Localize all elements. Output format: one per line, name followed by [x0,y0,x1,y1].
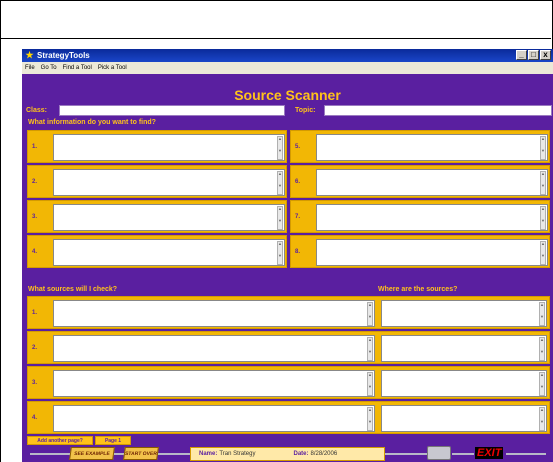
sources-question-label: What sources will I check? [28,286,118,293]
title-bar: ★ StrategyTools _ □ x [22,49,553,62]
source-item-number: 4. [32,414,38,421]
app-window: ★ StrategyTools _ □ x File Go To Find a … [22,49,553,462]
menu-find-a-tool[interactable]: Find a Tool [63,65,92,71]
where-textarea-3[interactable]: ▲ ▼ [381,370,547,397]
bottom-bar: SEE EXAMPLE START OVER Name: Tran Strate… [22,446,553,462]
info-textarea-5[interactable]: ▲ ▼ [316,134,548,161]
class-field[interactable] [59,105,285,116]
info-textarea-1[interactable]: ▲ ▼ [53,134,285,161]
source-item-number: 1. [32,309,38,316]
where-textarea-2[interactable]: ▲ ▼ [381,335,547,362]
page-1-tab[interactable]: Page 1 [95,436,131,445]
source-row-2: 2. ▲ ▼ ▲ ▼ [27,331,550,364]
textarea-scrollbar[interactable]: ▲ ▼ [367,372,373,396]
name-date-box: Name: Tran Strategy Date: 8/28/2006 [190,447,385,461]
start-over-button[interactable]: START OVER [123,447,159,460]
info-textarea-8[interactable]: ▲ ▼ [316,239,548,266]
textarea-scrollbar[interactable]: ▲ ▼ [277,206,283,230]
info-item-number: 2. [32,178,38,185]
textarea-scrollbar[interactable]: ▲ ▼ [277,241,283,265]
maximize-button[interactable]: □ [528,50,539,60]
source-item-number: 2. [32,344,38,351]
textarea-scrollbar[interactable]: ▲ ▼ [277,136,283,160]
textarea-scrollbar[interactable]: ▲ ▼ [367,407,373,431]
bar-line [158,453,190,455]
app-icon: ★ [25,50,34,60]
textarea-scrollbar[interactable]: ▲ ▼ [539,372,545,396]
textarea-scrollbar[interactable]: ▲ ▼ [539,407,545,431]
where-textarea-4[interactable]: ▲ ▼ [381,405,547,432]
source-textarea-3[interactable]: ▲ ▼ [53,370,375,397]
info-item-2: 2. ▲ ▼ [27,165,287,198]
source-row-3: 3. ▲ ▼ ▲ ▼ [27,366,550,399]
name-label: Name: [199,451,218,457]
source-textarea-4[interactable]: ▲ ▼ [53,405,375,432]
app-area: Source Scanner Class: Topic: What inform… [22,74,553,462]
page-title: Source Scanner [234,87,341,103]
source-textarea-2[interactable]: ▲ ▼ [53,335,375,362]
info-item-number: 6. [295,178,301,185]
source-item-number: 3. [32,379,38,386]
where-question-label: Where are the sources? [378,286,458,293]
textarea-scrollbar[interactable]: ▲ ▼ [540,241,546,265]
textarea-scrollbar[interactable]: ▲ ▼ [367,302,373,326]
info-item-number: 8. [295,248,301,255]
top-blank-strip [1,1,551,39]
class-label: Class: [26,107,48,114]
textarea-scrollbar[interactable]: ▲ ▼ [540,136,546,160]
add-page-tab[interactable]: Add another page? [27,436,93,445]
info-item-6: 6. ▲ ▼ [290,165,550,198]
info-item-1: 1. ▲ ▼ [27,130,287,163]
name-value: Tran Strategy [219,451,256,457]
menu-pick-a-tool[interactable]: Pick a Tool [98,65,127,71]
textarea-scrollbar[interactable]: ▲ ▼ [277,171,283,195]
info-item-number: 1. [32,143,38,150]
minimize-button[interactable]: _ [516,50,527,60]
close-button[interactable]: x [540,50,551,60]
window-title: StrategyTools [37,51,90,60]
topic-label: Topic: [295,107,316,114]
info-item-number: 5. [295,143,301,150]
bar-line [30,453,70,455]
date-label: Date: [293,451,309,457]
info-item-number: 3. [32,213,38,220]
info-question-label: What information do you want to find? [28,119,156,126]
menu-file[interactable]: File [25,65,35,71]
textarea-scrollbar[interactable]: ▲ ▼ [540,206,546,230]
window-controls: _ □ x [516,50,551,60]
info-textarea-6[interactable]: ▲ ▼ [316,169,548,196]
info-textarea-2[interactable]: ▲ ▼ [53,169,285,196]
info-item-number: 4. [32,248,38,255]
info-item-7: 7. ▲ ▼ [290,200,550,233]
bar-line [114,453,124,455]
topic-field[interactable] [324,105,552,116]
source-row-4: 4. ▲ ▼ ▲ ▼ [27,401,550,434]
textarea-scrollbar[interactable]: ▲ ▼ [539,337,545,361]
info-item-5: 5. ▲ ▼ [290,130,550,163]
source-textarea-1[interactable]: ▲ ▼ [53,300,375,327]
info-textarea-3[interactable]: ▲ ▼ [53,204,285,231]
info-item-number: 7. [295,213,301,220]
info-item-4: 4. ▲ ▼ [27,235,287,268]
source-row-1: 1. ▲ ▼ ▲ ▼ [27,296,550,329]
textarea-scrollbar[interactable]: ▲ ▼ [539,302,545,326]
info-item-3: 3. ▲ ▼ [27,200,287,233]
info-textarea-7[interactable]: ▲ ▼ [316,204,548,231]
info-item-8: 8. ▲ ▼ [290,235,550,268]
menu-bar: File Go To Find a Tool Pick a Tool [22,62,553,74]
printer-icon[interactable] [427,446,451,460]
textarea-scrollbar[interactable]: ▲ ▼ [540,171,546,195]
where-textarea-1[interactable]: ▲ ▼ [381,300,547,327]
date-value: 8/28/2006 [310,451,338,457]
info-textarea-4[interactable]: ▲ ▼ [53,239,285,266]
exit-icon[interactable]: EXIT [475,447,504,459]
see-example-button[interactable]: SEE EXAMPLE [69,447,115,460]
bar-line [506,453,546,455]
menu-go-to[interactable]: Go To [41,65,57,71]
bar-line [452,453,474,455]
bar-line [385,453,427,455]
textarea-scrollbar[interactable]: ▲ ▼ [367,337,373,361]
